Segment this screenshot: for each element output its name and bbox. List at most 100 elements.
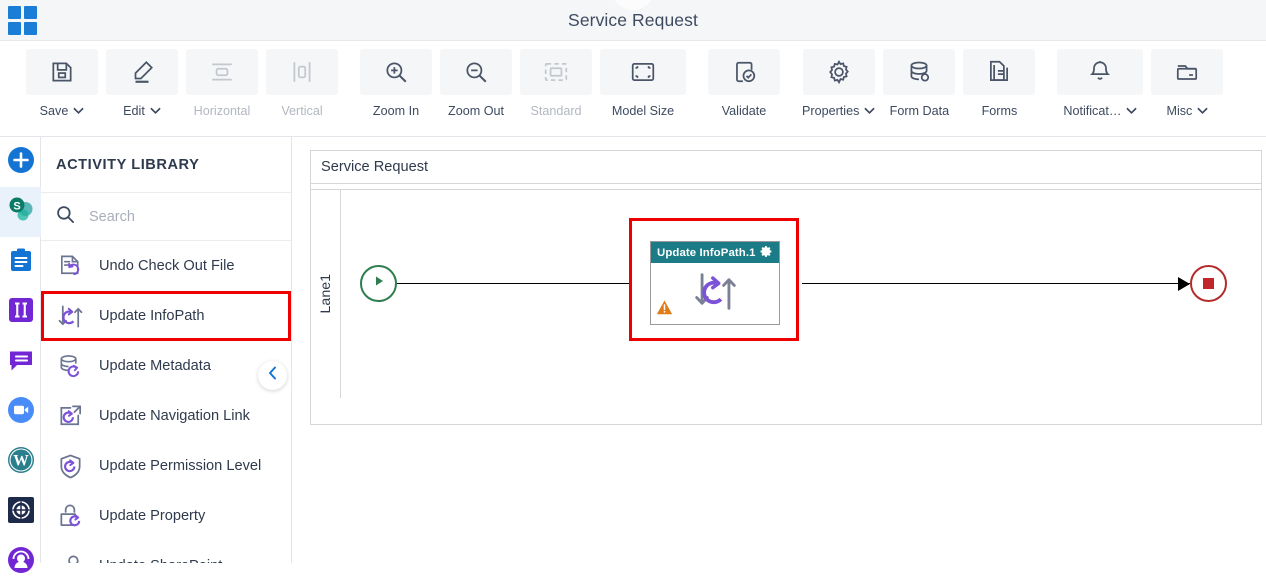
save-icon [26,49,98,95]
activity-item-undo-check-out-file[interactable]: Undo Check Out File [41,241,291,291]
rail-item-sharepoint[interactable]: S [0,187,41,237]
toolbar-button-edit[interactable]: Edit [106,41,178,118]
chat-bubble-icon [8,347,34,378]
toolbar-button-vertical[interactable]: Vertical [266,41,338,118]
zoom-out-icon [440,49,512,95]
toolbar-button-validate[interactable]: Validate [708,41,780,118]
activity-item-label: Update Metadata [99,357,211,374]
update-sharepoint-icon [55,551,86,563]
chevron-left-icon [267,366,279,385]
rail-item-wordpress[interactable]: W [0,437,41,487]
activity-item-label: Update Navigation Link [99,407,250,424]
activity-item-update-metadata[interactable]: Update Metadata [41,341,291,391]
toolbar-label-forms: Forms [981,104,1018,118]
lane-label-text: Lane1 [317,274,334,314]
top-bar: Service Request [0,0,1266,41]
chevron-down-icon [73,104,85,118]
vertical-layout-icon [266,49,338,95]
connector-activity-to-end[interactable] [802,283,1190,285]
search-row[interactable] [41,193,291,241]
toolbar-button-model-size[interactable]: Model Size [600,41,686,118]
lane-body[interactable]: Update InfoPath.1 [341,190,1261,397]
rail-item-zoom[interactable] [0,387,41,437]
warning-triangle-icon[interactable] [656,299,673,321]
start-event[interactable] [360,265,397,302]
clipboard-icon [8,247,34,278]
toolbar-label-vertical: Vertical [281,104,323,118]
headset-avatar-icon [7,546,35,579]
gear-icon[interactable] [760,245,773,261]
toolbar-button-horizontal[interactable]: Horizontal [186,41,258,118]
forms-icon [963,49,1036,95]
toolbar-button-zoom-in[interactable]: Zoom In [360,41,432,118]
toolbar-button-properties[interactable]: Properties [802,41,876,118]
target-circle-icon [7,496,34,528]
update-navigation-link-icon [55,401,86,432]
connector-arrowhead [1178,277,1190,291]
wordpress-icon: W [7,446,35,479]
rail-item-support[interactable] [0,537,41,587]
activity-item-label: Update SharePoint [99,557,222,564]
standard-size-icon [520,49,592,95]
chevron-down-icon [150,104,161,118]
activity-node-title: Update InfoPath.1 [657,246,756,259]
validate-icon [708,49,780,95]
svg-text:S: S [13,200,20,212]
toolbar-label-edit: Edit [123,104,145,118]
activity-item-update-infopath[interactable]: Update InfoPath [41,291,291,341]
activity-list: Undo Check Out File Update InfoPath Upda… [41,241,291,563]
activity-node-header: Update InfoPath.1 [651,242,779,263]
toolbar-button-notifications[interactable]: Notificat… [1057,41,1144,118]
play-icon [372,274,386,293]
activity-node-selection[interactable]: Update InfoPath.1 [629,218,799,341]
toolbar-button-forms[interactable]: Forms [963,41,1036,118]
toolbar-label-notifications: Notificat… [1063,104,1122,118]
activity-node-body [651,263,779,325]
page-title: Service Request [568,10,698,30]
update-infopath-icon [692,268,739,320]
toolbar: Save Edit Horizontal Vertical Zoom In Zo… [0,41,1266,137]
activity-item-update-sharepoint[interactable]: Update SharePoint [41,541,291,563]
connector-start-to-activity[interactable] [397,283,656,285]
update-property-icon [55,501,86,532]
app-rail: S W [0,137,41,573]
rail-item-target[interactable] [0,487,41,537]
search-input[interactable] [87,207,257,226]
rail-item-integrations[interactable] [0,287,41,337]
activity-node[interactable]: Update InfoPath.1 [650,241,780,325]
toolbar-label-zoom-out: Zoom Out [448,104,504,118]
toolbar-label-zoom-in: Zoom In [372,104,420,118]
toolbar-label-validate: Validate [721,104,767,118]
activity-item-update-property[interactable]: Update Property [41,491,291,541]
toolbar-button-standard[interactable]: Standard [520,41,592,118]
toolbar-button-save[interactable]: Save [26,41,98,118]
toolbar-label-model-size: Model Size [611,104,675,118]
activity-library-panel: ACTIVITY LIBRARY Undo Check Out File [41,137,292,563]
toolbar-button-misc[interactable]: Misc [1151,41,1224,118]
toolbar-label-save: Save [39,104,69,118]
toolbar-label-misc: Misc [1166,104,1193,118]
toolbar-button-form-data[interactable]: Form Data [883,41,956,118]
activity-item-update-navigation-link[interactable]: Update Navigation Link [41,391,291,441]
update-metadata-icon [55,351,86,382]
end-event[interactable] [1190,265,1227,302]
collapse-panel-button[interactable] [258,361,287,390]
rail-item-chat[interactable] [0,337,41,387]
plus-circle-icon [7,146,35,179]
pillars-icon [8,297,34,328]
undo-check-out-file-icon [55,251,86,282]
toolbar-label-properties: Properties [802,104,860,118]
chevron-down-icon [864,104,876,118]
edit-pencil-icon [106,49,178,95]
activity-item-update-permission-level[interactable]: Update Permission Level [41,441,291,491]
toolbar-button-zoom-out[interactable]: Zoom Out [440,41,512,118]
update-permission-level-icon [55,451,86,482]
svg-text:W: W [13,452,29,469]
model-size-icon [600,49,686,95]
rail-item-add[interactable] [0,137,41,187]
rail-item-tasks[interactable] [0,237,41,287]
misc-folder-icon [1151,49,1224,95]
video-camera-icon [7,396,35,429]
workflow-canvas[interactable]: Service Request Lane1 Update InfoPath.1 [292,137,1266,563]
sharepoint-icon: S [7,196,35,229]
